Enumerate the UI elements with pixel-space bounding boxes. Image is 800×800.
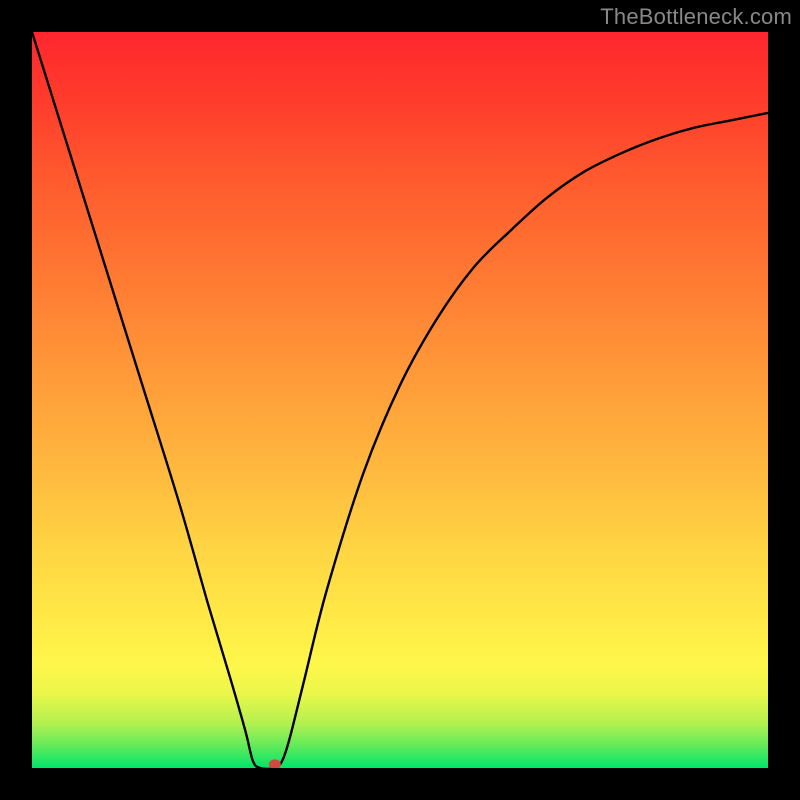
marker-dot <box>269 759 281 768</box>
watermark-text: TheBottleneck.com <box>600 4 792 30</box>
chart-frame: TheBottleneck.com <box>0 0 800 800</box>
plot-area <box>32 32 768 768</box>
bottleneck-curve <box>32 32 768 768</box>
chart-svg <box>32 32 768 768</box>
